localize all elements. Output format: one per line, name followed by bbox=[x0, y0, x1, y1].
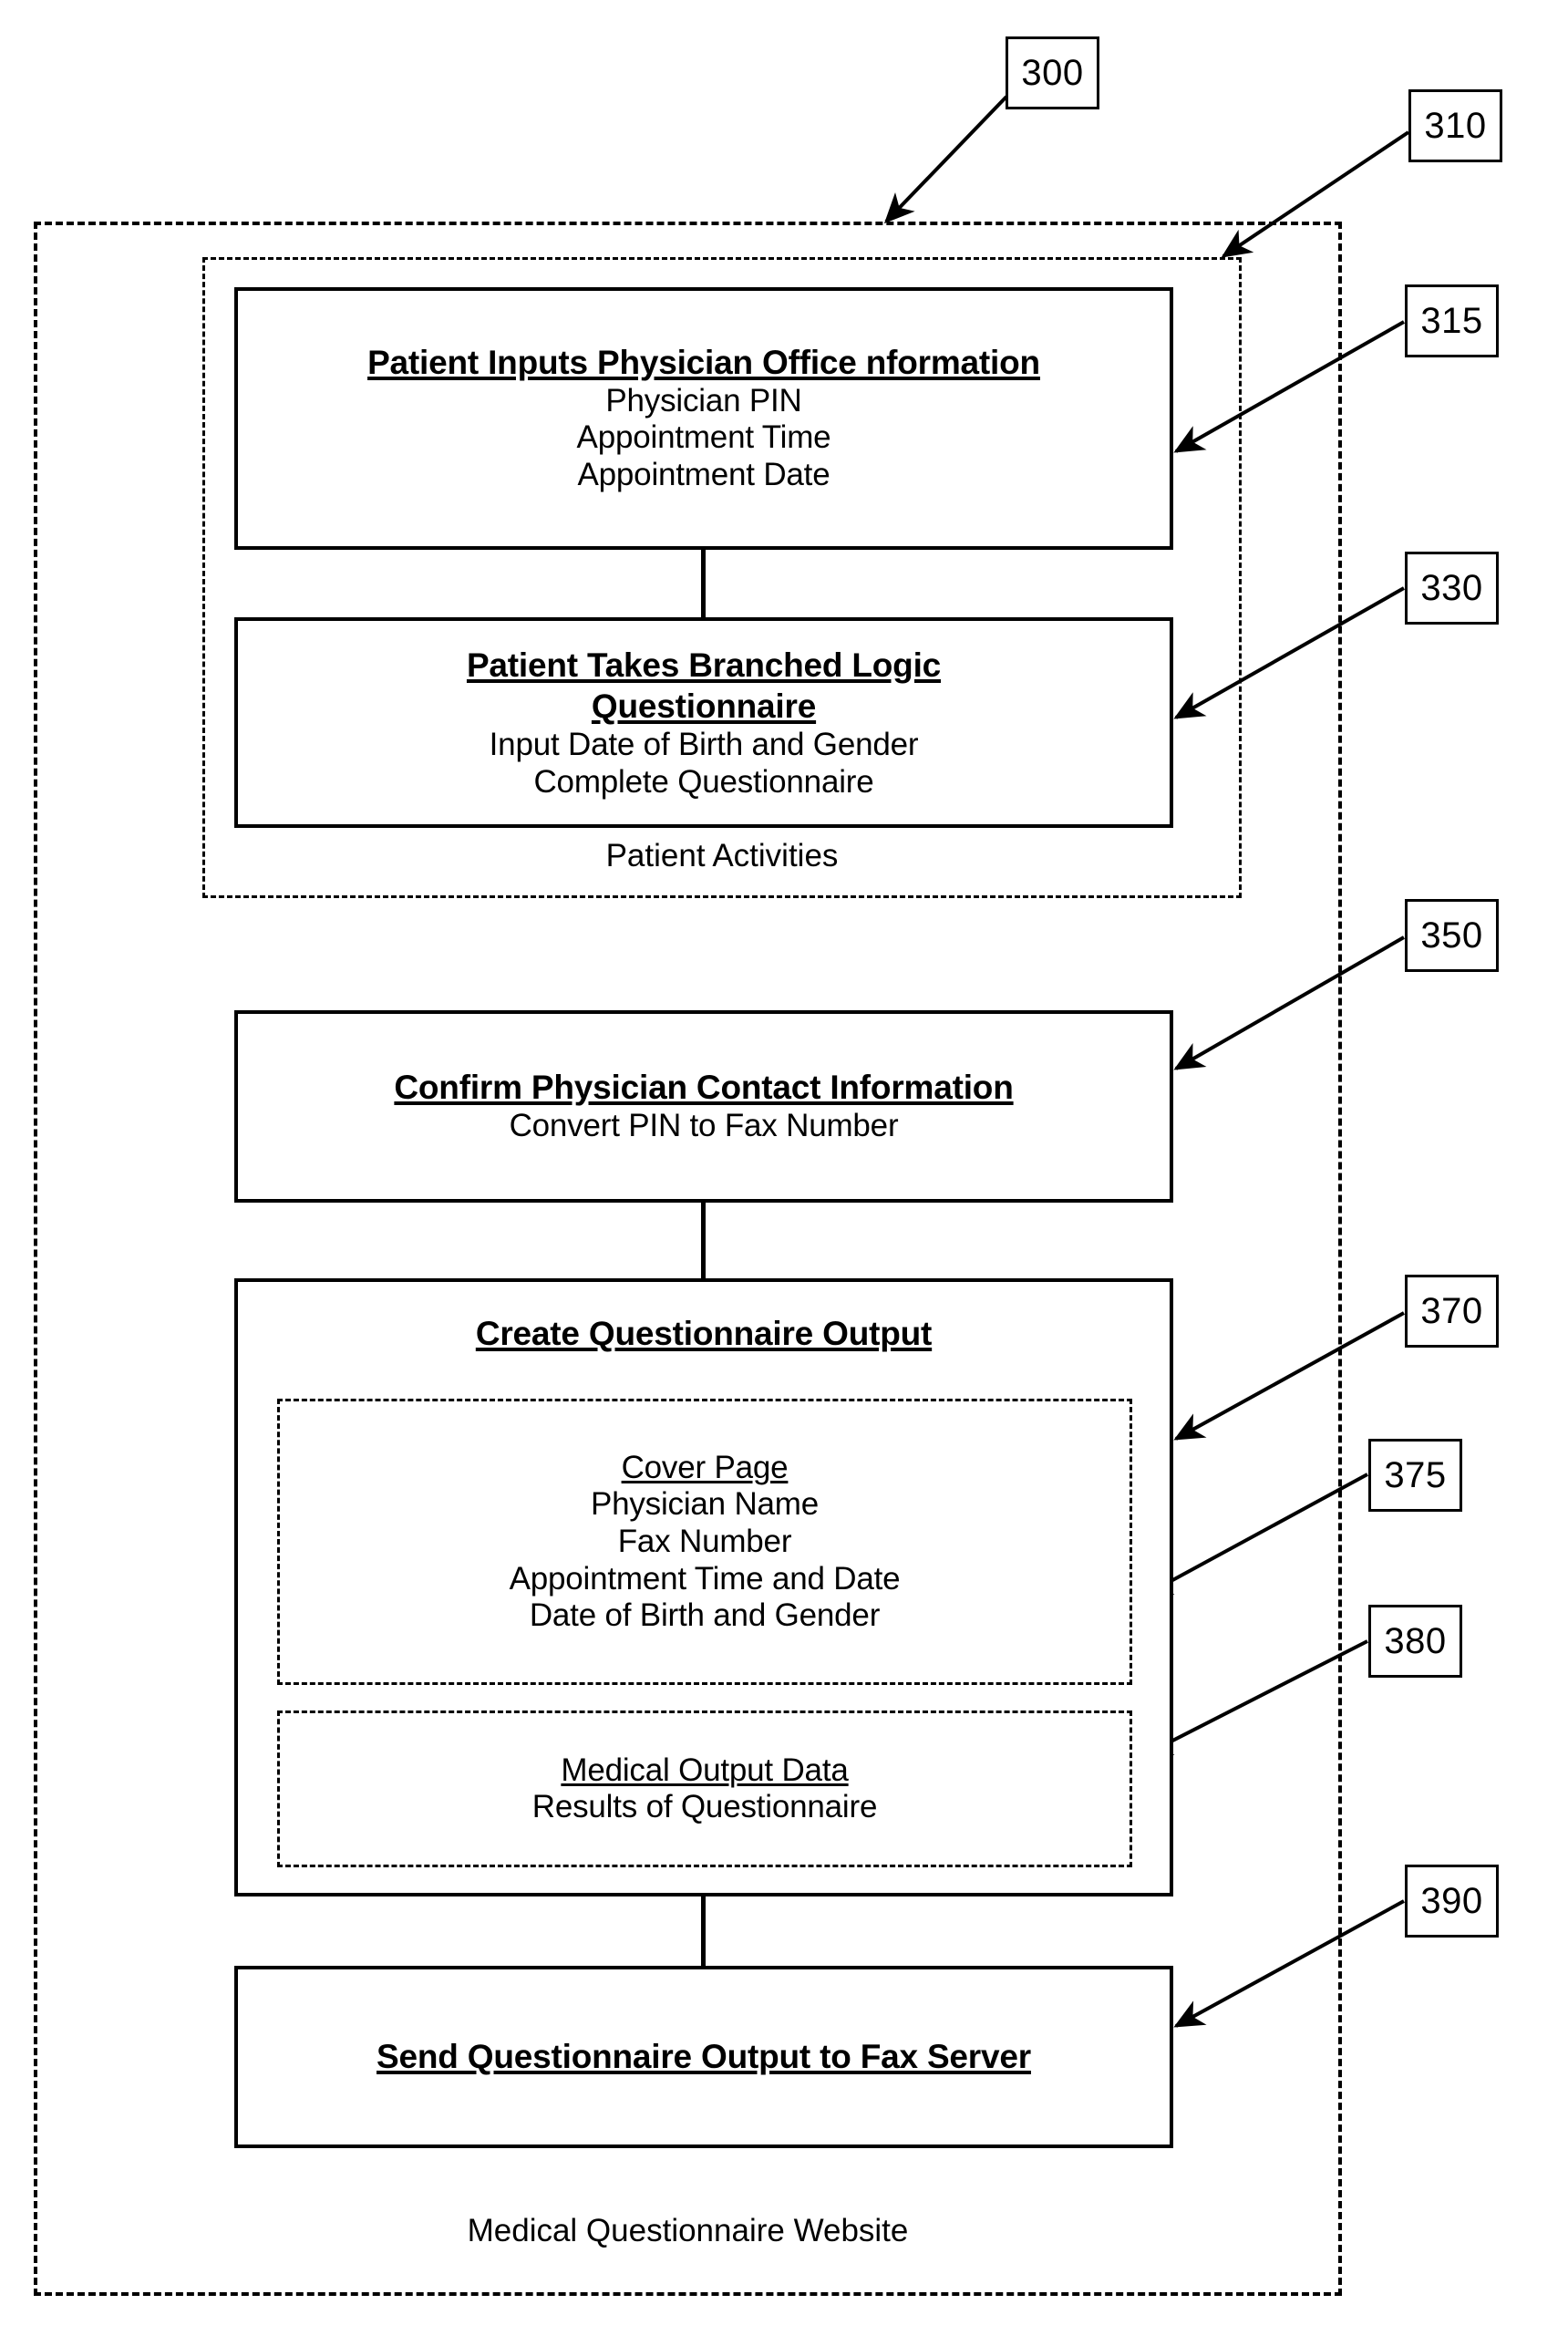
box-330-title-line-2: Questionnaire bbox=[591, 687, 817, 725]
sub-box-375-line-1: Physician Name bbox=[590, 1486, 820, 1523]
ref-callout-375: 375 bbox=[1368, 1439, 1462, 1512]
leader-300 bbox=[883, 95, 1008, 224]
sub-box-375-line-4: Date of Birth and Gender bbox=[529, 1597, 881, 1634]
sub-box-375-title: Cover Page bbox=[621, 1450, 789, 1486]
box-330-title: Patient Takes Branched Logic Questionnai… bbox=[467, 645, 941, 727]
box-patient-inputs-physician-office-information: Patient Inputs Physician Office nformati… bbox=[234, 287, 1173, 550]
sub-box-375-line-2: Fax Number bbox=[617, 1524, 792, 1560]
box-315-line-1: Physician PIN bbox=[605, 382, 802, 419]
box-330-title-line-1: Patient Takes Branched Logic bbox=[466, 646, 942, 684]
ref-callout-375-label: 375 bbox=[1384, 1454, 1447, 1495]
sub-box-375-line-3: Appointment Time and Date bbox=[509, 1560, 901, 1597]
box-350-title: Confirm Physician Contact Information bbox=[394, 1068, 1014, 1106]
ref-callout-300: 300 bbox=[1006, 36, 1099, 109]
ref-callout-380: 380 bbox=[1368, 1605, 1462, 1678]
ref-callout-390-label: 390 bbox=[1420, 1880, 1483, 1921]
ref-callout-370: 370 bbox=[1405, 1275, 1499, 1348]
sub-box-380-line-1: Results of Questionnaire bbox=[531, 1789, 878, 1825]
sub-box-cover-page: Cover Page Physician Name Fax Number App… bbox=[277, 1399, 1132, 1685]
ref-callout-390: 390 bbox=[1405, 1865, 1499, 1938]
box-370-title: Create Questionnaire Output bbox=[475, 1315, 933, 1352]
ref-callout-370-label: 370 bbox=[1420, 1290, 1483, 1331]
sub-box-medical-output-data: Medical Output Data Results of Questionn… bbox=[277, 1710, 1132, 1867]
box-315-line-2: Appointment Time bbox=[576, 419, 831, 456]
outer-container-caption: Medical Questionnaire Website bbox=[467, 2213, 909, 2248]
ref-callout-310-label: 310 bbox=[1424, 105, 1487, 146]
box-315-line-3: Appointment Date bbox=[577, 456, 830, 492]
box-315-title: Patient Inputs Physician Office nformati… bbox=[367, 343, 1040, 381]
box-patient-takes-branched-logic-questionnaire: Patient Takes Branched Logic Questionnai… bbox=[234, 617, 1173, 828]
ref-callout-330: 330 bbox=[1405, 552, 1499, 625]
patient-activities-caption: Patient Activities bbox=[605, 838, 839, 873]
ref-callout-310: 310 bbox=[1408, 89, 1502, 162]
box-330-line-1: Input Date of Birth and Gender bbox=[489, 727, 919, 763]
connector-350-to-370 bbox=[701, 1203, 706, 1278]
patent-figure: Medical Questionnaire Website Patient Ac… bbox=[0, 0, 1568, 2346]
box-350-line-1: Convert PIN to Fax Number bbox=[509, 1107, 899, 1143]
connector-315-to-330 bbox=[701, 550, 706, 617]
ref-callout-350: 350 bbox=[1405, 899, 1499, 972]
box-330-line-2: Complete Questionnaire bbox=[533, 763, 874, 800]
ref-callout-380-label: 380 bbox=[1384, 1620, 1447, 1661]
box-390-title: Send Questionnaire Output to Fax Server bbox=[377, 2037, 1031, 2075]
ref-callout-350-label: 350 bbox=[1420, 915, 1483, 956]
box-send-questionnaire-output-to-fax-server: Send Questionnaire Output to Fax Server bbox=[234, 1966, 1173, 2148]
ref-callout-300-label: 300 bbox=[1021, 52, 1084, 93]
ref-callout-315-label: 315 bbox=[1420, 300, 1483, 341]
box-confirm-physician-contact-information: Confirm Physician Contact Information Co… bbox=[234, 1010, 1173, 1203]
sub-box-380-title: Medical Output Data bbox=[561, 1752, 849, 1789]
ref-callout-330-label: 330 bbox=[1420, 567, 1483, 608]
ref-callout-315: 315 bbox=[1405, 284, 1499, 357]
connector-370-to-390 bbox=[701, 1896, 706, 1968]
